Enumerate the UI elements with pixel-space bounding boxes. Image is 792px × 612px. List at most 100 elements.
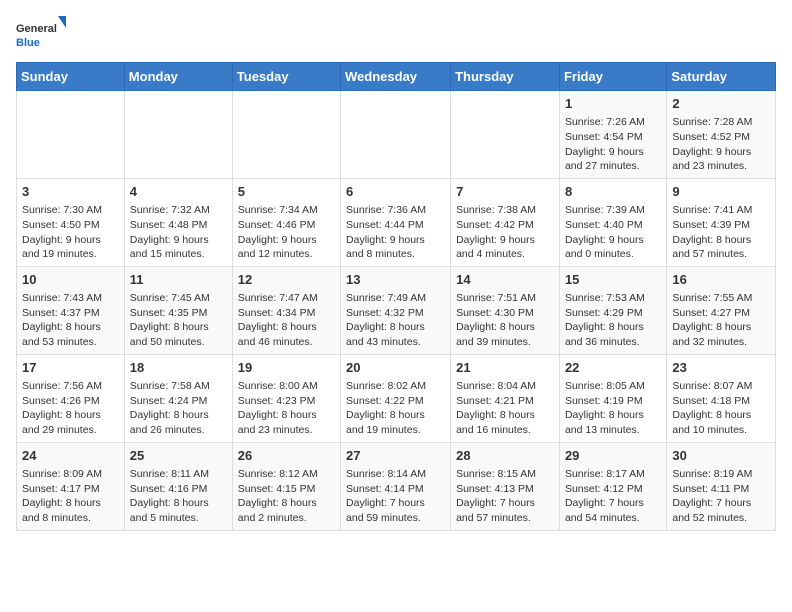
day-number: 13 (346, 271, 445, 289)
calendar-cell (124, 91, 232, 179)
day-info: Sunrise: 8:05 AMSunset: 4:19 PMDaylight:… (565, 379, 661, 438)
day-info: Sunrise: 8:17 AMSunset: 4:12 PMDaylight:… (565, 467, 661, 526)
day-number: 21 (456, 359, 554, 377)
calendar-cell (232, 91, 340, 179)
day-number: 4 (130, 183, 227, 201)
calendar-cell: 28 Sunrise: 8:15 AMSunset: 4:13 PMDayligh… (451, 442, 560, 530)
calendar-cell (341, 91, 451, 179)
day-info: Sunrise: 8:02 AMSunset: 4:22 PMDaylight:… (346, 379, 445, 438)
calendar-cell: 23 Sunrise: 8:07 AMSunset: 4:18 PMDayligh… (667, 354, 776, 442)
calendar-cell: 20 Sunrise: 8:02 AMSunset: 4:22 PMDayligh… (341, 354, 451, 442)
day-info: Sunrise: 7:34 AMSunset: 4:46 PMDaylight:… (238, 203, 335, 262)
header-wednesday: Wednesday (341, 63, 451, 91)
day-info: Sunrise: 8:09 AMSunset: 4:17 PMDaylight:… (22, 467, 119, 526)
calendar-cell: 30 Sunrise: 8:19 AMSunset: 4:11 PMDayligh… (667, 442, 776, 530)
day-number: 10 (22, 271, 119, 289)
day-number: 14 (456, 271, 554, 289)
day-number: 5 (238, 183, 335, 201)
calendar-cell: 6 Sunrise: 7:36 AMSunset: 4:44 PMDaylight… (341, 178, 451, 266)
calendar-cell: 12Sunrise: 7:47 AMSunset: 4:34 PMDayligh… (232, 266, 340, 354)
header-saturday: Saturday (667, 63, 776, 91)
header-thursday: Thursday (451, 63, 560, 91)
day-info: Sunrise: 7:55 AMSunset: 4:27 PMDaylight:… (672, 291, 770, 350)
day-number: 7 (456, 183, 554, 201)
calendar-week-1: 1Sunrise: 7:26 AMSunset: 4:54 PMDaylight… (17, 91, 776, 179)
calendar-cell: 15Sunrise: 7:53 AMSunset: 4:29 PMDayligh… (559, 266, 666, 354)
day-number: 24 (22, 447, 119, 465)
day-number: 17 (22, 359, 119, 377)
day-number: 30 (672, 447, 770, 465)
calendar-cell: 2 Sunrise: 7:28 AMSunset: 4:52 PMDaylight… (667, 91, 776, 179)
calendar-cell: 3 Sunrise: 7:30 AMSunset: 4:50 PMDaylight… (17, 178, 125, 266)
calendar-cell: 27Sunrise: 8:14 AMSunset: 4:14 PMDayligh… (341, 442, 451, 530)
calendar-cell: 29 Sunrise: 8:17 AMSunset: 4:12 PMDayligh… (559, 442, 666, 530)
day-number: 16 (672, 271, 770, 289)
calendar-cell: 13 Sunrise: 7:49 AMSunset: 4:32 PMDayligh… (341, 266, 451, 354)
day-number: 6 (346, 183, 445, 201)
day-number: 2 (672, 95, 770, 113)
day-info: Sunrise: 8:04 AMSunset: 4:21 PMDaylight:… (456, 379, 554, 438)
header-sunday: Sunday (17, 63, 125, 91)
day-info: Sunrise: 7:41 AMSunset: 4:39 PMDaylight:… (672, 203, 770, 262)
day-info: Sunrise: 7:30 AMSunset: 4:50 PMDaylight:… (22, 203, 119, 262)
calendar-cell: 9 Sunrise: 7:41 AMSunset: 4:39 PMDaylight… (667, 178, 776, 266)
day-info: Sunrise: 7:58 AMSunset: 4:24 PMDaylight:… (130, 379, 227, 438)
day-info: Sunrise: 8:11 AMSunset: 4:16 PMDaylight:… (130, 467, 227, 526)
calendar-cell: 19Sunrise: 8:00 AMSunset: 4:23 PMDayligh… (232, 354, 340, 442)
day-info: Sunrise: 7:53 AMSunset: 4:29 PMDaylight:… (565, 291, 661, 350)
calendar-cell (451, 91, 560, 179)
calendar-cell: 10 Sunrise: 7:43 AMSunset: 4:37 PMDayligh… (17, 266, 125, 354)
calendar-table: SundayMondayTuesdayWednesdayThursdayFrid… (16, 62, 776, 531)
day-number: 8 (565, 183, 661, 201)
day-info: Sunrise: 7:47 AMSunset: 4:34 PMDaylight:… (238, 291, 335, 350)
day-number: 26 (238, 447, 335, 465)
calendar-week-5: 24 Sunrise: 8:09 AMSunset: 4:17 PMDayligh… (17, 442, 776, 530)
calendar-cell: 25Sunrise: 8:11 AMSunset: 4:16 PMDayligh… (124, 442, 232, 530)
day-info: Sunrise: 7:56 AMSunset: 4:26 PMDaylight:… (22, 379, 119, 438)
calendar-header-row: SundayMondayTuesdayWednesdayThursdayFrid… (17, 63, 776, 91)
day-info: Sunrise: 7:26 AMSunset: 4:54 PMDaylight:… (565, 115, 661, 174)
day-info: Sunrise: 7:49 AMSunset: 4:32 PMDaylight:… (346, 291, 445, 350)
header-friday: Friday (559, 63, 666, 91)
day-info: Sunrise: 8:07 AMSunset: 4:18 PMDaylight:… (672, 379, 770, 438)
header-tuesday: Tuesday (232, 63, 340, 91)
day-info: Sunrise: 7:45 AMSunset: 4:35 PMDaylight:… (130, 291, 227, 350)
day-number: 22 (565, 359, 661, 377)
day-number: 28 (456, 447, 554, 465)
day-info: Sunrise: 8:00 AMSunset: 4:23 PMDaylight:… (238, 379, 335, 438)
day-number: 9 (672, 183, 770, 201)
calendar-cell: 21 Sunrise: 8:04 AMSunset: 4:21 PMDayligh… (451, 354, 560, 442)
calendar-cell: 26Sunrise: 8:12 AMSunset: 4:15 PMDayligh… (232, 442, 340, 530)
day-info: Sunrise: 8:15 AMSunset: 4:13 PMDaylight:… (456, 467, 554, 526)
day-info: Sunrise: 7:43 AMSunset: 4:37 PMDaylight:… (22, 291, 119, 350)
calendar-cell: 16 Sunrise: 7:55 AMSunset: 4:27 PMDayligh… (667, 266, 776, 354)
day-info: Sunrise: 7:39 AMSunset: 4:40 PMDaylight:… (565, 203, 661, 262)
page-header: General Blue (16, 16, 776, 52)
calendar-cell (17, 91, 125, 179)
day-number: 29 (565, 447, 661, 465)
day-info: Sunrise: 7:28 AMSunset: 4:52 PMDaylight:… (672, 115, 770, 174)
day-info: Sunrise: 8:19 AMSunset: 4:11 PMDaylight:… (672, 467, 770, 526)
header-monday: Monday (124, 63, 232, 91)
day-info: Sunrise: 7:51 AMSunset: 4:30 PMDaylight:… (456, 291, 554, 350)
calendar-week-4: 17 Sunrise: 7:56 AMSunset: 4:26 PMDayligh… (17, 354, 776, 442)
calendar-cell: 17 Sunrise: 7:56 AMSunset: 4:26 PMDayligh… (17, 354, 125, 442)
calendar-week-3: 10 Sunrise: 7:43 AMSunset: 4:37 PMDayligh… (17, 266, 776, 354)
day-number: 20 (346, 359, 445, 377)
day-number: 18 (130, 359, 227, 377)
calendar-cell: 11Sunrise: 7:45 AMSunset: 4:35 PMDayligh… (124, 266, 232, 354)
calendar-cell: 22 Sunrise: 8:05 AMSunset: 4:19 PMDayligh… (559, 354, 666, 442)
calendar-cell: 1Sunrise: 7:26 AMSunset: 4:54 PMDaylight… (559, 91, 666, 179)
day-info: Sunrise: 7:32 AMSunset: 4:48 PMDaylight:… (130, 203, 227, 262)
day-info: Sunrise: 7:36 AMSunset: 4:44 PMDaylight:… (346, 203, 445, 262)
day-info: Sunrise: 8:14 AMSunset: 4:14 PMDaylight:… (346, 467, 445, 526)
logo: General Blue (16, 16, 66, 52)
svg-text:General: General (16, 23, 57, 35)
day-info: Sunrise: 7:38 AMSunset: 4:42 PMDaylight:… (456, 203, 554, 262)
calendar-week-2: 3 Sunrise: 7:30 AMSunset: 4:50 PMDaylight… (17, 178, 776, 266)
day-number: 23 (672, 359, 770, 377)
calendar-cell: 4 Sunrise: 7:32 AMSunset: 4:48 PMDaylight… (124, 178, 232, 266)
day-number: 3 (22, 183, 119, 201)
calendar-cell: 8 Sunrise: 7:39 AMSunset: 4:40 PMDaylight… (559, 178, 666, 266)
calendar-cell: 24 Sunrise: 8:09 AMSunset: 4:17 PMDayligh… (17, 442, 125, 530)
